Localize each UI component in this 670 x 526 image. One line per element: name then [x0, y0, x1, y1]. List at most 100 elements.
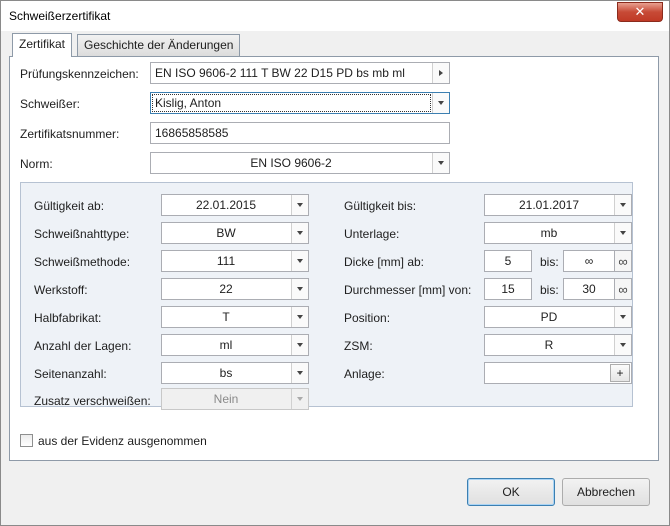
chevron-down-icon — [297, 287, 303, 291]
schweisser-label: Schweißer: — [20, 97, 81, 111]
chevron-down-icon — [297, 259, 303, 263]
durchmesser-to-input[interactable]: 30 — [563, 278, 615, 300]
chevron-down-icon — [297, 315, 303, 319]
schweissmethode-value: 111 — [216, 254, 236, 268]
plus-icon: + — [616, 366, 624, 380]
zsm-value: R — [544, 338, 554, 352]
schweissmethode-select[interactable]: 111 — [161, 250, 309, 272]
dicke-infinity-button[interactable]: ∞ — [614, 250, 632, 272]
dicke-bis-label: bis: — [540, 255, 559, 269]
norm-select[interactable]: EN ISO 9606-2 — [150, 152, 450, 174]
schweissnahttype-dropdown-button[interactable] — [291, 223, 308, 243]
dicke-to-value: ∞ — [584, 254, 594, 268]
pruefungskennzeichen-expand-button[interactable] — [432, 63, 449, 83]
halbfabrikat-dropdown-button[interactable] — [291, 307, 308, 327]
evidenz-checkbox-label[interactable]: aus der Evidenz ausgenommen — [38, 434, 207, 448]
tab-geschichte[interactable]: Geschichte der Änderungen — [77, 34, 241, 56]
anzahl-lagen-select[interactable]: ml — [161, 334, 309, 356]
anlage-label: Anlage: — [344, 367, 385, 381]
parameters-group: Gültigkeit ab: 22.01.2015 Schweißnahttyp… — [20, 182, 633, 410]
seitenanzahl-value: bs — [219, 366, 233, 380]
chevron-right-icon — [439, 70, 443, 76]
zertifikatsnummer-label: Zertifikatsnummer: — [20, 127, 120, 141]
chevron-down-icon — [620, 315, 626, 319]
werkstoff-value: 22 — [219, 282, 233, 296]
durchmesser-bis-label: bis: — [540, 283, 559, 297]
gueltigkeit-bis-select[interactable]: 21.01.2017 — [484, 194, 632, 216]
chevron-down-icon — [297, 203, 303, 207]
gueltigkeit-ab-value: 22.01.2015 — [195, 198, 257, 212]
werkstoff-dropdown-button[interactable] — [291, 279, 308, 299]
schweissnahttype-label: Schweißnahttype: — [34, 227, 130, 241]
schweisser-select[interactable]: Kislig, Anton — [150, 92, 450, 114]
seitenanzahl-select[interactable]: bs — [161, 362, 309, 384]
schweissnahttype-select[interactable]: BW — [161, 222, 309, 244]
gueltigkeit-bis-label: Gültigkeit bis: — [344, 199, 417, 213]
tab-panel-zertifikat: Prüfungskennzeichen: EN ISO 9606-2 111 T… — [9, 56, 659, 461]
tab-zertifikat[interactable]: Zertifikat — [12, 33, 73, 57]
zsm-dropdown-button[interactable] — [614, 335, 631, 355]
chevron-down-icon — [620, 203, 626, 207]
norm-value: EN ISO 9606-2 — [250, 156, 332, 170]
ok-button[interactable]: OK — [467, 478, 555, 506]
unterlage-dropdown-button[interactable] — [614, 223, 631, 243]
position-dropdown-button[interactable] — [614, 307, 631, 327]
schweissnahttype-value: BW — [216, 226, 236, 240]
seitenanzahl-label: Seitenanzahl: — [34, 367, 107, 381]
position-label: Position: — [344, 311, 391, 325]
gueltigkeit-ab-dropdown-button[interactable] — [291, 195, 308, 215]
dicke-to-input[interactable]: ∞ — [563, 250, 615, 272]
gueltigkeit-bis-dropdown-button[interactable] — [614, 195, 631, 215]
pruefungskennzeichen-label: Prüfungskennzeichen: — [20, 67, 139, 81]
anlage-add-button[interactable]: + — [610, 364, 630, 382]
schweissmethode-label: Schweißmethode: — [34, 255, 131, 269]
zsm-select[interactable]: R — [484, 334, 632, 356]
chevron-down-icon — [297, 371, 303, 375]
dialog-window: Schweißerzertifikat ✕ Zertifikat Geschic… — [0, 0, 670, 526]
chevron-down-icon — [620, 343, 626, 347]
zusatz-verschweissen-select: Nein — [161, 388, 309, 410]
werkstoff-label: Werkstoff: — [34, 283, 88, 297]
seitenanzahl-dropdown-button[interactable] — [291, 363, 308, 383]
window-title: Schweißerzertifikat — [9, 9, 111, 23]
durchmesser-infinity-button[interactable]: ∞ — [614, 278, 632, 300]
position-select[interactable]: PD — [484, 306, 632, 328]
evidenz-checkbox[interactable] — [20, 434, 33, 447]
anlage-input[interactable]: + — [484, 362, 632, 384]
norm-label: Norm: — [20, 157, 53, 171]
chevron-down-icon — [297, 397, 303, 401]
dicke-from-input[interactable]: 5 — [484, 250, 532, 272]
unterlage-select[interactable]: mb — [484, 222, 632, 244]
halbfabrikat-select[interactable]: T — [161, 306, 309, 328]
schweissmethode-dropdown-button[interactable] — [291, 251, 308, 271]
durchmesser-label: Durchmesser [mm] von: — [344, 283, 472, 297]
norm-dropdown-button[interactable] — [432, 153, 449, 173]
zertifikatsnummer-value: 16865858585 — [155, 126, 229, 140]
close-icon: ✕ — [634, 4, 646, 19]
dicke-from-value: 5 — [504, 254, 512, 268]
schweisser-value: Kislig, Anton — [155, 96, 222, 110]
pruefungskennzeichen-field[interactable]: EN ISO 9606-2 111 T BW 22 D15 PD bs mb m… — [150, 62, 450, 84]
durchmesser-from-input[interactable]: 15 — [484, 278, 532, 300]
gueltigkeit-ab-select[interactable]: 22.01.2015 — [161, 194, 309, 216]
chevron-down-icon — [297, 343, 303, 347]
anzahl-lagen-value: ml — [219, 338, 233, 352]
anzahl-lagen-dropdown-button[interactable] — [291, 335, 308, 355]
unterlage-value: mb — [540, 226, 558, 240]
cancel-button[interactable]: Abbrechen — [562, 478, 650, 506]
close-button[interactable]: ✕ — [617, 2, 663, 22]
chevron-down-icon — [297, 231, 303, 235]
chevron-down-icon — [438, 101, 444, 105]
chevron-down-icon — [620, 231, 626, 235]
chevron-down-icon — [438, 161, 444, 165]
zsm-label: ZSM: — [344, 339, 373, 353]
position-value: PD — [540, 310, 558, 324]
durchmesser-from-value: 15 — [501, 282, 515, 296]
halbfabrikat-value: T — [222, 310, 230, 324]
anzahl-lagen-label: Anzahl der Lagen: — [34, 339, 132, 353]
schweisser-dropdown-button[interactable] — [432, 93, 449, 113]
zertifikatsnummer-input[interactable]: 16865858585 — [150, 122, 450, 144]
halbfabrikat-label: Halbfabrikat: — [34, 311, 102, 325]
werkstoff-select[interactable]: 22 — [161, 278, 309, 300]
infinity-icon: ∞ — [618, 281, 628, 297]
